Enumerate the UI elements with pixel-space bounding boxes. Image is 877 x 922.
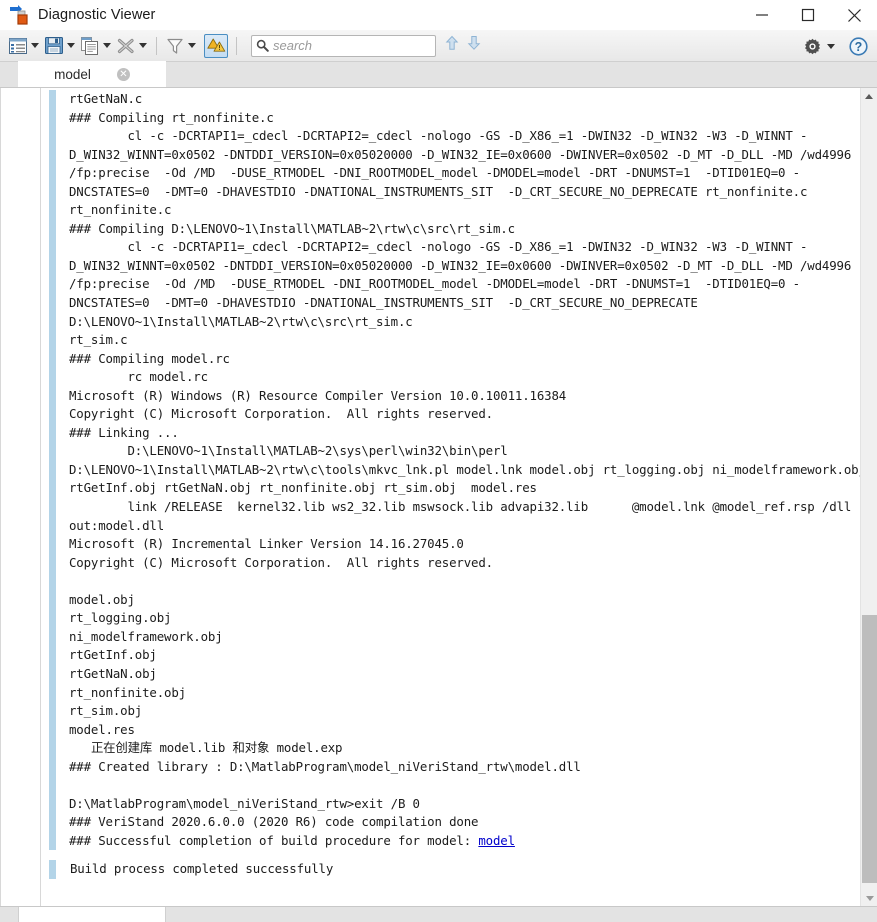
save-caret-icon[interactable]	[65, 35, 77, 57]
panel-left-border	[0, 88, 1, 906]
arrow-down-icon[interactable]	[467, 35, 481, 56]
arrow-up-icon[interactable]	[445, 35, 459, 56]
tab-close-icon[interactable]: ✕	[116, 67, 130, 81]
clear-button[interactable]	[114, 33, 150, 59]
copy-pages-icon	[79, 35, 101, 57]
minimize-button[interactable]	[739, 0, 785, 30]
search-input[interactable]	[269, 37, 424, 54]
diagnostic-viewer-icon	[9, 5, 31, 25]
tab-model[interactable]: model ✕	[18, 61, 166, 87]
search-box[interactable]	[251, 34, 436, 57]
vertical-scroll-thumb[interactable]	[862, 615, 877, 883]
build-log-message[interactable]: rtGetNaN.c ### Compiling rt_nonfinite.c …	[41, 90, 877, 851]
filter-button[interactable]	[163, 33, 199, 59]
search-navigation	[445, 35, 481, 56]
diagnostic-viewer-window: Diagnostic Viewer search ? model ✕ rtGet…	[0, 0, 877, 922]
search-icon	[256, 39, 269, 52]
gear-icon[interactable]	[801, 35, 823, 57]
scroll-up-arrow-icon[interactable]	[861, 88, 877, 104]
close-button[interactable]	[831, 0, 877, 30]
filter-caret-icon[interactable]	[186, 35, 198, 57]
message-accent-bar	[49, 90, 56, 851]
funnel-filter-icon	[164, 35, 186, 57]
warnings-toggle-button[interactable]	[203, 33, 229, 59]
window-controls	[739, 0, 877, 30]
settings-caret-icon[interactable]	[825, 35, 837, 57]
toolbar-separator-2	[236, 36, 237, 55]
copy-button[interactable]	[78, 33, 114, 59]
vertical-scrollbar[interactable]	[860, 88, 877, 906]
toolbar-right-group: ?	[801, 30, 869, 62]
build-log-body: rtGetNaN.c ### Compiling rt_nonfinite.c …	[69, 91, 866, 830]
message-list: rtGetNaN.c ### Compiling rt_nonfinite.c …	[41, 88, 877, 906]
status-accent-bar	[49, 860, 56, 879]
scroll-down-arrow-icon[interactable]	[861, 890, 877, 906]
status-message[interactable]: Build process completed successfully	[41, 860, 877, 879]
svg-text:?: ?	[854, 40, 862, 54]
view-options-caret-icon[interactable]	[29, 35, 41, 57]
tab-label: model	[54, 66, 91, 82]
build-log-text: rtGetNaN.c ### Compiling rt_nonfinite.c …	[56, 90, 877, 850]
clear-x-icon	[115, 35, 137, 57]
warning-triangles-icon	[204, 33, 228, 58]
title-bar: Diagnostic Viewer	[0, 0, 877, 30]
maximize-button[interactable]	[785, 0, 831, 30]
save-button[interactable]	[42, 33, 78, 59]
bottom-tab-placeholder[interactable]	[18, 907, 166, 922]
model-link[interactable]: model	[478, 833, 515, 848]
status-text: Build process completed successfully	[70, 861, 334, 877]
bottom-tab-strip	[0, 906, 877, 922]
list-view-icon	[7, 35, 29, 57]
clear-caret-icon[interactable]	[137, 35, 149, 57]
message-panel: rtGetNaN.c ### Compiling rt_nonfinite.c …	[0, 88, 877, 906]
toolbar: ?	[0, 30, 877, 62]
toolbar-separator-1	[156, 36, 157, 55]
copy-caret-icon[interactable]	[101, 35, 113, 57]
save-disk-icon	[43, 35, 65, 57]
final-line-prefix: ### Successful completion of build proce…	[69, 832, 479, 848]
window-title: Diagnostic Viewer	[38, 7, 156, 23]
help-question-icon[interactable]: ?	[847, 35, 869, 57]
message-gutter	[0, 88, 41, 906]
tab-strip: model ✕	[0, 61, 877, 88]
view-options-button[interactable]	[6, 33, 42, 59]
